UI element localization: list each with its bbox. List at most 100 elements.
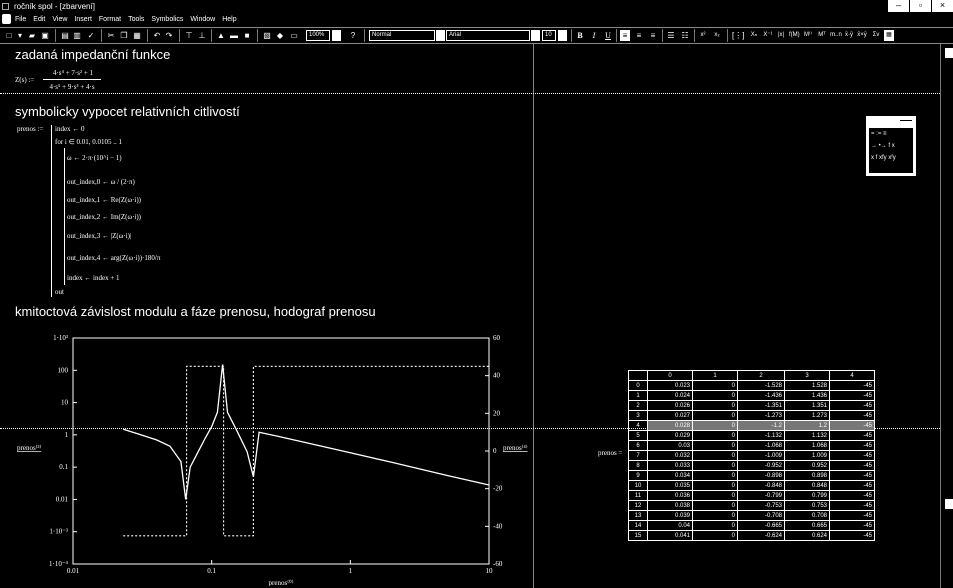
table-row[interactable]: 11 0.036 0 -0.799 0.799 -45 — [628, 490, 875, 501]
table-cell[interactable]: 0.799 — [784, 490, 830, 501]
table-cell[interactable]: -45 — [829, 490, 875, 501]
table-cell[interactable]: 0.024 — [647, 390, 693, 401]
subscript-index-icon[interactable]: Xₙ — [748, 30, 760, 41]
table-cell[interactable]: 0.029 — [647, 430, 693, 441]
underline-button[interactable]: U — [603, 30, 613, 41]
insert-function-icon[interactable]: ▲ — [216, 30, 226, 41]
program-line[interactable]: index ← 0 — [55, 125, 85, 134]
subscript-icon[interactable]: x₂ — [712, 30, 722, 41]
table-cell[interactable]: 0.03 — [647, 440, 693, 451]
font-size-dropdown-icon[interactable] — [558, 30, 567, 41]
table-cell[interactable]: -45 — [829, 410, 875, 421]
table-cell[interactable]: 0.753 — [784, 500, 830, 511]
spellcheck-icon[interactable]: ✓ — [86, 30, 96, 41]
table-cell[interactable]: 1.132 — [784, 430, 830, 441]
program-line[interactable]: out_index,0 ← ω / (2·π) — [67, 178, 135, 187]
cut-icon[interactable]: ✂ — [106, 30, 116, 41]
align-center-icon[interactable]: ≡ — [634, 30, 644, 41]
table-cell[interactable]: -0.952 — [737, 460, 785, 471]
palette-close-icon[interactable] — [900, 120, 912, 121]
table-cell[interactable]: 0 — [692, 430, 738, 441]
table-cell[interactable]: 1.436 — [784, 390, 830, 401]
palette-row[interactable]: x f xfy xᶠy — [871, 152, 913, 164]
table-cell[interactable]: 1.273 — [784, 410, 830, 421]
save-icon[interactable]: ▣ — [40, 30, 50, 41]
insert-unit-icon[interactable]: ▬ — [229, 30, 239, 41]
table-cell[interactable]: -1.009 — [737, 450, 785, 461]
menu-symbolics[interactable]: Symbolics — [151, 13, 183, 26]
menu-format[interactable]: Format — [99, 13, 121, 26]
menu-edit[interactable]: Edit — [33, 13, 45, 26]
table-cell[interactable]: 0 — [692, 480, 738, 491]
table-cell[interactable]: 0.039 — [647, 510, 693, 521]
vertical-scrollbar[interactable] — [940, 44, 953, 588]
table-cell[interactable]: -0.898 — [737, 470, 785, 481]
table-cell[interactable]: 0 — [692, 530, 738, 541]
table-cell[interactable]: 0 — [692, 510, 738, 521]
table-cell[interactable]: -45 — [829, 470, 875, 481]
table-cell[interactable]: 0 — [692, 470, 738, 481]
table-cell[interactable]: -45 — [829, 430, 875, 441]
program-line[interactable]: out_index,4 ← arg(Z(ω·i))·180/π — [67, 254, 160, 263]
program-line[interactable]: out — [55, 288, 64, 297]
vectorize-icon[interactable]: f(M) — [789, 30, 800, 41]
table-cell[interactable]: 0.036 — [647, 490, 693, 501]
table-cell[interactable]: -45 — [829, 400, 875, 411]
table-cell[interactable]: 0 — [692, 410, 738, 421]
table-cell[interactable]: -0.708 — [737, 510, 785, 521]
table-cell[interactable]: -1.528 — [737, 380, 785, 391]
table-cell[interactable]: -1.436 — [737, 390, 785, 401]
section-heading-frequency[interactable]: kmitoctová závislost modulu a fáze preno… — [15, 304, 376, 319]
font-size-select[interactable]: 10 — [542, 30, 556, 41]
font-dropdown-icon[interactable] — [531, 30, 540, 41]
table-cell[interactable]: -0.665 — [737, 520, 785, 531]
zoom-dropdown-icon[interactable] — [332, 30, 341, 41]
matrix-icon[interactable]: [⋮] — [732, 30, 744, 41]
table-cell[interactable]: -45 — [829, 530, 875, 541]
copy-icon[interactable]: ❐ — [119, 30, 129, 41]
table-cell[interactable]: 0.035 — [647, 480, 693, 491]
table-cell[interactable]: -45 — [829, 390, 875, 401]
range-icon[interactable]: m..n — [830, 30, 842, 41]
table-cell[interactable]: -1.068 — [737, 440, 785, 451]
palette-row[interactable]: → •→ f x — [871, 140, 913, 152]
table-row[interactable]: 7 0.032 0 -1.009 1.009 -45 — [628, 450, 875, 461]
table-cell[interactable]: -45 — [829, 500, 875, 511]
table-cell[interactable]: 1.351 — [784, 400, 830, 411]
table-cell[interactable]: 0 — [692, 460, 738, 471]
table-row[interactable]: 2 0.026 0 -1.351 1.351 -45 — [628, 400, 875, 411]
menu-file[interactable]: File — [15, 13, 26, 26]
document-icon[interactable] — [2, 14, 11, 24]
zoom-select[interactable]: 100% — [306, 30, 330, 41]
table-cell[interactable]: 0.665 — [784, 520, 830, 531]
table-cell[interactable]: 0 — [692, 380, 738, 391]
table-cell[interactable]: -45 — [829, 420, 875, 431]
table-cell[interactable]: -1.132 — [737, 430, 785, 441]
table-cell[interactable]: 0.026 — [647, 400, 693, 411]
section-heading-impedance[interactable]: zadaná impedanční funkce — [15, 47, 170, 62]
table-cell[interactable]: -45 — [829, 510, 875, 521]
table-cell[interactable]: 1.068 — [784, 440, 830, 451]
table-cell[interactable]: 0.848 — [784, 480, 830, 491]
table-cell[interactable]: -1.351 — [737, 400, 785, 411]
palette-titlebar[interactable] — [866, 116, 916, 128]
style-dropdown-icon[interactable] — [436, 30, 445, 41]
vector-sum-icon[interactable]: Σv — [871, 30, 881, 41]
program-name[interactable]: prenos := — [17, 125, 43, 134]
table-cell[interactable]: 1.009 — [784, 450, 830, 461]
frequency-response-chart[interactable]: 0.01 0.1 1 10 1·10⁻⁴ 1·10⁻³ 0.01 0.1 1 10 100 1·10³… — [14, 332, 529, 586]
table-cell[interactable]: -45 — [829, 480, 875, 491]
program-line[interactable]: ω ← 2·π·(10^i − 1) — [67, 154, 122, 163]
table-cell[interactable]: -1.2 — [737, 420, 785, 431]
table-cell[interactable]: -0.753 — [737, 500, 785, 511]
table-row[interactable]: 5 0.029 0 -1.132 1.132 -45 — [628, 430, 875, 441]
program-line[interactable]: index ← index + 1 — [67, 274, 120, 283]
table-cell[interactable]: -1.273 — [737, 410, 785, 421]
bullets-icon[interactable]: ☰ — [666, 30, 676, 41]
program-line[interactable]: out_index,3 ← |Z(ω·i)| — [67, 232, 131, 241]
print-preview-icon[interactable]: ▥ — [72, 30, 82, 41]
table-cell[interactable]: 0.027 — [647, 410, 693, 421]
table-row[interactable]: 6 0.03 0 -1.068 1.068 -45 — [628, 440, 875, 451]
table-row[interactable]: 4 0.028 0 -1.2 1.2 -45 — [628, 420, 875, 431]
table-cell[interactable]: 0.04 — [647, 520, 693, 531]
